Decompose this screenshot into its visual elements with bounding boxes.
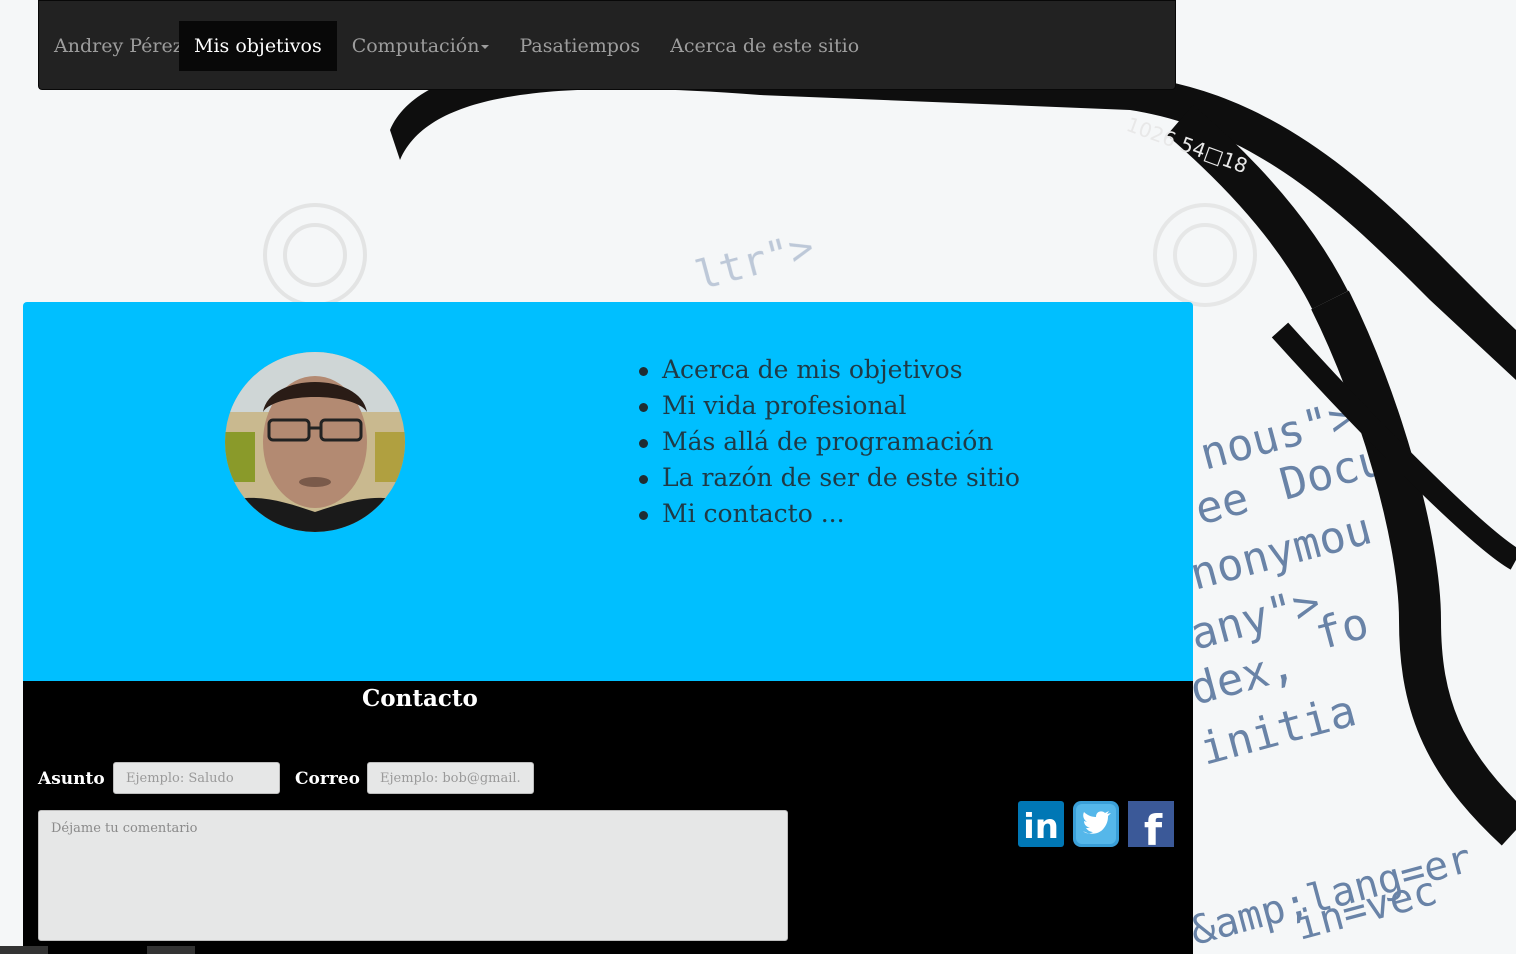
nav-item-label: Pasatiempos — [519, 35, 641, 57]
bottom-scroll-element — [147, 946, 195, 954]
twitter-icon[interactable] — [1073, 801, 1119, 847]
nav-item-acerca-del-sitio[interactable]: Acerca de este sitio — [655, 21, 874, 71]
email-label: Correo — [295, 769, 360, 789]
linkedin-text: in — [1023, 807, 1059, 847]
objectives-list: Acerca de mis objetivos Mi vida profesio… — [638, 352, 1020, 532]
nav-item-label: Acerca de este sitio — [670, 35, 860, 57]
nav-item-mis-objetivos[interactable]: Mis objetivos — [179, 21, 337, 71]
bottom-scroll-element — [0, 946, 48, 954]
facebook-text: f — [1144, 806, 1163, 847]
nav-item-label: Computación — [351, 35, 480, 57]
nav-menu: Mis objetivos Computación Pasatiempos Ac… — [179, 21, 874, 71]
profile-panel: Acerca de mis objetivos Mi vida profesio… — [23, 302, 1193, 681]
profile-avatar — [225, 352, 405, 532]
contact-section: Contacto Asunto Correo in f — [23, 681, 1193, 954]
top-navbar: Andrey Pérez Mis objetivos Computación P… — [38, 0, 1176, 90]
facebook-icon[interactable]: f — [1128, 801, 1174, 855]
objective-item[interactable]: La razón de ser de este sitio — [639, 460, 1020, 496]
objective-item[interactable]: Acerca de mis objetivos — [639, 352, 1020, 388]
objective-item[interactable]: Mi vida profesional — [639, 388, 1020, 424]
objective-item[interactable]: Mi contacto ... — [639, 496, 1020, 532]
subject-input[interactable] — [113, 762, 280, 794]
linkedin-icon[interactable]: in — [1018, 801, 1064, 847]
navbar-brand[interactable]: Andrey Pérez — [54, 35, 183, 57]
nav-item-computacion-dropdown[interactable]: Computación — [337, 21, 505, 71]
nav-item-pasatiempos[interactable]: Pasatiempos — [504, 21, 655, 71]
email-input[interactable] — [367, 762, 534, 794]
comment-textarea[interactable] — [38, 810, 788, 941]
caret-down-icon — [481, 45, 490, 49]
nav-item-label: Mis objetivos — [194, 35, 322, 57]
objective-item[interactable]: Más allá de programación — [639, 424, 1020, 460]
subject-label: Asunto — [38, 769, 105, 789]
contact-title: Contacto — [362, 685, 478, 712]
